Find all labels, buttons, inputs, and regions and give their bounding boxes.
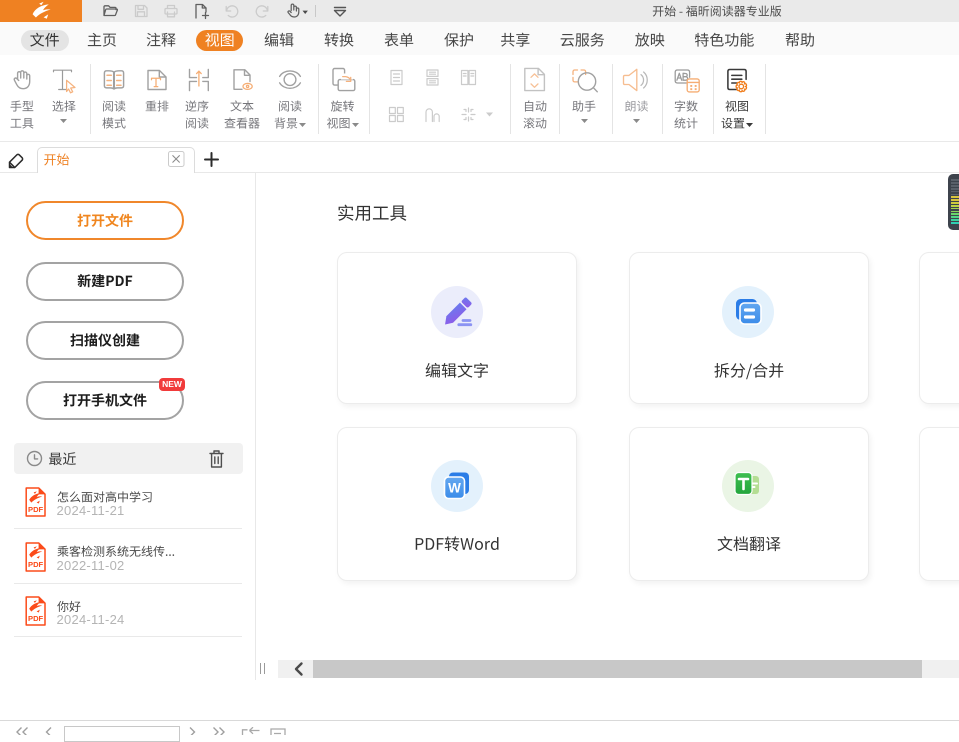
svg-text:PDF: PDF [28,614,44,623]
svg-text:W: W [448,481,461,496]
svg-text:PDF: PDF [28,505,44,514]
svg-text:PDF: PDF [28,560,44,569]
